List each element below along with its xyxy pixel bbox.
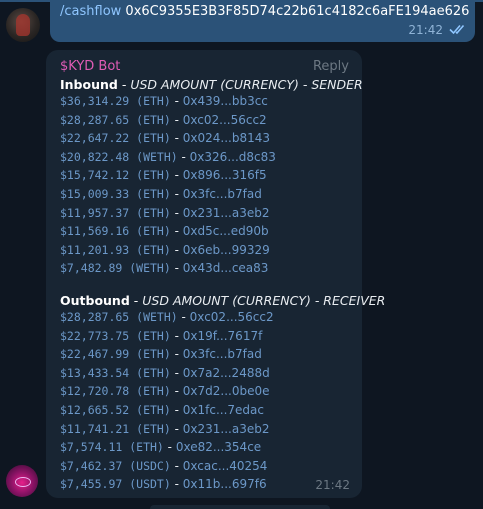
separator: -	[163, 440, 176, 455]
separator: -	[170, 328, 183, 343]
outgoing-time: 21:42	[408, 23, 443, 37]
wallet-address-link[interactable]: 0xcac...40254	[183, 459, 268, 473]
wallet-address-link[interactable]: 0x024...b8143	[183, 131, 270, 145]
transfer-amount: $22,647.22 (ETH)	[60, 131, 171, 146]
transfer-row: $11,201.93 (ETH) - 0x6eb...99329	[60, 243, 270, 261]
transfer-row: $22,773.75 (ETH) - 0x19f...7617f	[60, 329, 262, 347]
separator: -	[170, 168, 183, 183]
separator: -	[170, 224, 183, 239]
wallet-address-link[interactable]: 0x231...a3eb2	[183, 206, 270, 220]
transfer-row: $12,720.78 (ETH) - 0x7d2...0be0e	[60, 384, 269, 402]
transfer-amount: $28,287.65 (WETH)	[60, 310, 178, 324]
transfer-row: $28,287.65 (WETH) - 0xc02...56cc2	[60, 310, 274, 328]
wallet-address-link[interactable]: 0x3fc...b7fad	[183, 187, 262, 201]
transfer-amount: $11,201.93 (ETH)	[60, 242, 171, 257]
transfer-row: $15,742.12 (ETH) - 0x896...316f5	[60, 168, 267, 186]
separator: -	[170, 365, 183, 380]
incoming-message[interactable]: $KYD Bot Reply Inbound - USD AMOUNT (CUR…	[46, 50, 385, 498]
transfer-amount: $7,455.97 (USDT)	[60, 477, 171, 492]
wallet-address-link[interactable]: 0x3fc...b7fad	[183, 347, 262, 361]
transfer-row: $28,287.65 (ETH) - 0xc02...56cc2	[60, 113, 267, 131]
command-link[interactable]: /cashflow	[60, 4, 121, 19]
reply-button[interactable]: Reply	[313, 59, 349, 74]
separator: -	[177, 149, 190, 164]
separator: -	[170, 421, 183, 436]
outgoing-message[interactable]: /cashflow 0x6C9355E3B3F85D74c22b61c4182c…	[50, 0, 475, 42]
wallet-address-link[interactable]: 0x231...a3eb2	[183, 422, 270, 436]
separator: -	[170, 403, 183, 417]
next-message-edge	[150, 505, 330, 509]
wallet-address-link[interactable]: 0x7d2...0be0e	[183, 384, 270, 398]
transfer-amount: $7,482.89 (WETH)	[60, 261, 171, 276]
transfer-amount: $22,467.99 (ETH)	[60, 347, 171, 362]
transfer-row: $11,957.37 (ETH) - 0x231...a3eb2	[60, 206, 269, 224]
separator: -	[177, 310, 190, 324]
transfer-amount: $20,822.48 (WETH)	[60, 149, 178, 164]
separator: -	[170, 261, 183, 276]
outbound-format: USD AMOUNT (CURRENCY) - RECEIVER	[142, 293, 386, 308]
separator: -	[170, 242, 183, 257]
transfer-amount: $12,665.52 (ETH)	[60, 403, 171, 417]
wallet-address-link[interactable]: 0x19f...7617f	[183, 329, 263, 343]
separator: -	[170, 187, 183, 201]
transfer-row: $7,482.89 (WETH) - 0x43d...cea83	[60, 261, 268, 279]
transfer-amount: $22,773.75 (ETH)	[60, 328, 171, 343]
wallet-address-link[interactable]: 0x6eb...99329	[183, 243, 270, 257]
transfer-amount: $11,957.37 (ETH)	[60, 205, 171, 220]
transfer-amount: $28,287.65 (ETH)	[60, 112, 171, 127]
outbound-title: Outbound	[60, 293, 130, 308]
transfer-row: $7,455.97 (USDT) - 0x11b...697f6	[60, 477, 267, 495]
inbound-title: Inbound	[60, 77, 118, 92]
wallet-address-link[interactable]: 0xc02...56cc2	[190, 310, 274, 324]
transfer-row: $11,741.21 (ETH) - 0x231...a3eb2	[60, 422, 269, 440]
transfer-row: $22,647.22 (ETH) - 0x024...b8143	[60, 131, 270, 149]
wallet-address-link[interactable]: 0x43d...cea83	[183, 261, 269, 275]
transfer-row: $7,462.37 (USDC) - 0xcac...40254	[60, 459, 267, 477]
inbound-format: USD AMOUNT (CURRENCY) - SENDER	[130, 77, 363, 92]
transfer-amount: $13,433.54 (ETH)	[60, 365, 171, 380]
transfer-row: $12,665.52 (ETH) - 0x1fc...7edac	[60, 403, 264, 421]
outgoing-message-text: /cashflow 0x6C9355E3B3F85D74c22b61c4182c…	[60, 4, 469, 19]
inbound-heading: Inbound - USD AMOUNT (CURRENCY) - SENDER	[60, 77, 363, 92]
separator: -	[170, 347, 183, 362]
wallet-address-link[interactable]: 0xe82...354ce	[176, 440, 261, 454]
separator: -	[170, 384, 183, 399]
read-checkmarks-icon	[449, 24, 465, 35]
transfer-amount: $36,314.29 (ETH)	[60, 94, 171, 108]
wallet-address-link[interactable]: 0x11b...697f6	[183, 477, 267, 491]
wallet-address-link[interactable]: 0x896...316f5	[183, 168, 267, 182]
transfer-amount: $15,009.33 (ETH)	[60, 187, 171, 201]
separator: -	[170, 477, 183, 492]
query-address: 0x6C9355E3B3F85D74c22b61c4182c6aFE194ae6…	[125, 4, 470, 19]
transfer-amount: $11,569.16 (ETH)	[60, 224, 171, 239]
bot-name[interactable]: $KYD Bot	[60, 59, 120, 74]
transfer-row: $15,009.33 (ETH) - 0x3fc...b7fad	[60, 187, 262, 205]
wallet-address-link[interactable]: 0xc02...56cc2	[183, 113, 267, 127]
wallet-address-link[interactable]: 0x1fc...7edac	[183, 403, 264, 417]
separator: -	[170, 205, 183, 220]
transfer-row: $36,314.29 (ETH) - 0x439...bb3cc	[60, 94, 268, 112]
transfer-row: $22,467.99 (ETH) - 0x3fc...b7fad	[60, 347, 262, 365]
transfer-row: $20,822.48 (WETH) - 0x326...d8c83	[60, 150, 276, 168]
incoming-time: 21:42	[315, 478, 350, 492]
transfer-amount: $15,742.12 (ETH)	[60, 168, 171, 183]
user-avatar[interactable]	[6, 8, 40, 42]
wallet-address-link[interactable]: 0x7a2...2488d	[183, 366, 270, 380]
transfer-amount: $11,741.21 (ETH)	[60, 421, 171, 436]
outbound-heading: Outbound - USD AMOUNT (CURRENCY) - RECEI…	[60, 293, 386, 308]
transfer-row: $13,433.54 (ETH) - 0x7a2...2488d	[60, 366, 270, 384]
wallet-address-link[interactable]: 0x439...bb3cc	[183, 94, 268, 108]
transfer-row: $11,569.16 (ETH) - 0xd5c...ed90b	[60, 224, 269, 242]
transfer-amount: $12,720.78 (ETH)	[60, 384, 171, 399]
separator: -	[170, 94, 183, 108]
wallet-address-link[interactable]: 0xd5c...ed90b	[183, 224, 269, 238]
separator: -	[170, 112, 183, 127]
transfer-amount: $7,462.37 (USDC)	[60, 458, 171, 473]
separator: -	[170, 131, 183, 146]
wallet-address-link[interactable]: 0x326...d8c83	[190, 150, 276, 164]
bot-avatar[interactable]	[6, 465, 38, 497]
transfer-amount: $7,574.11 (ETH)	[60, 440, 164, 455]
transfer-row: $7,574.11 (ETH) - 0xe82...354ce	[60, 440, 261, 458]
separator: -	[170, 458, 183, 473]
